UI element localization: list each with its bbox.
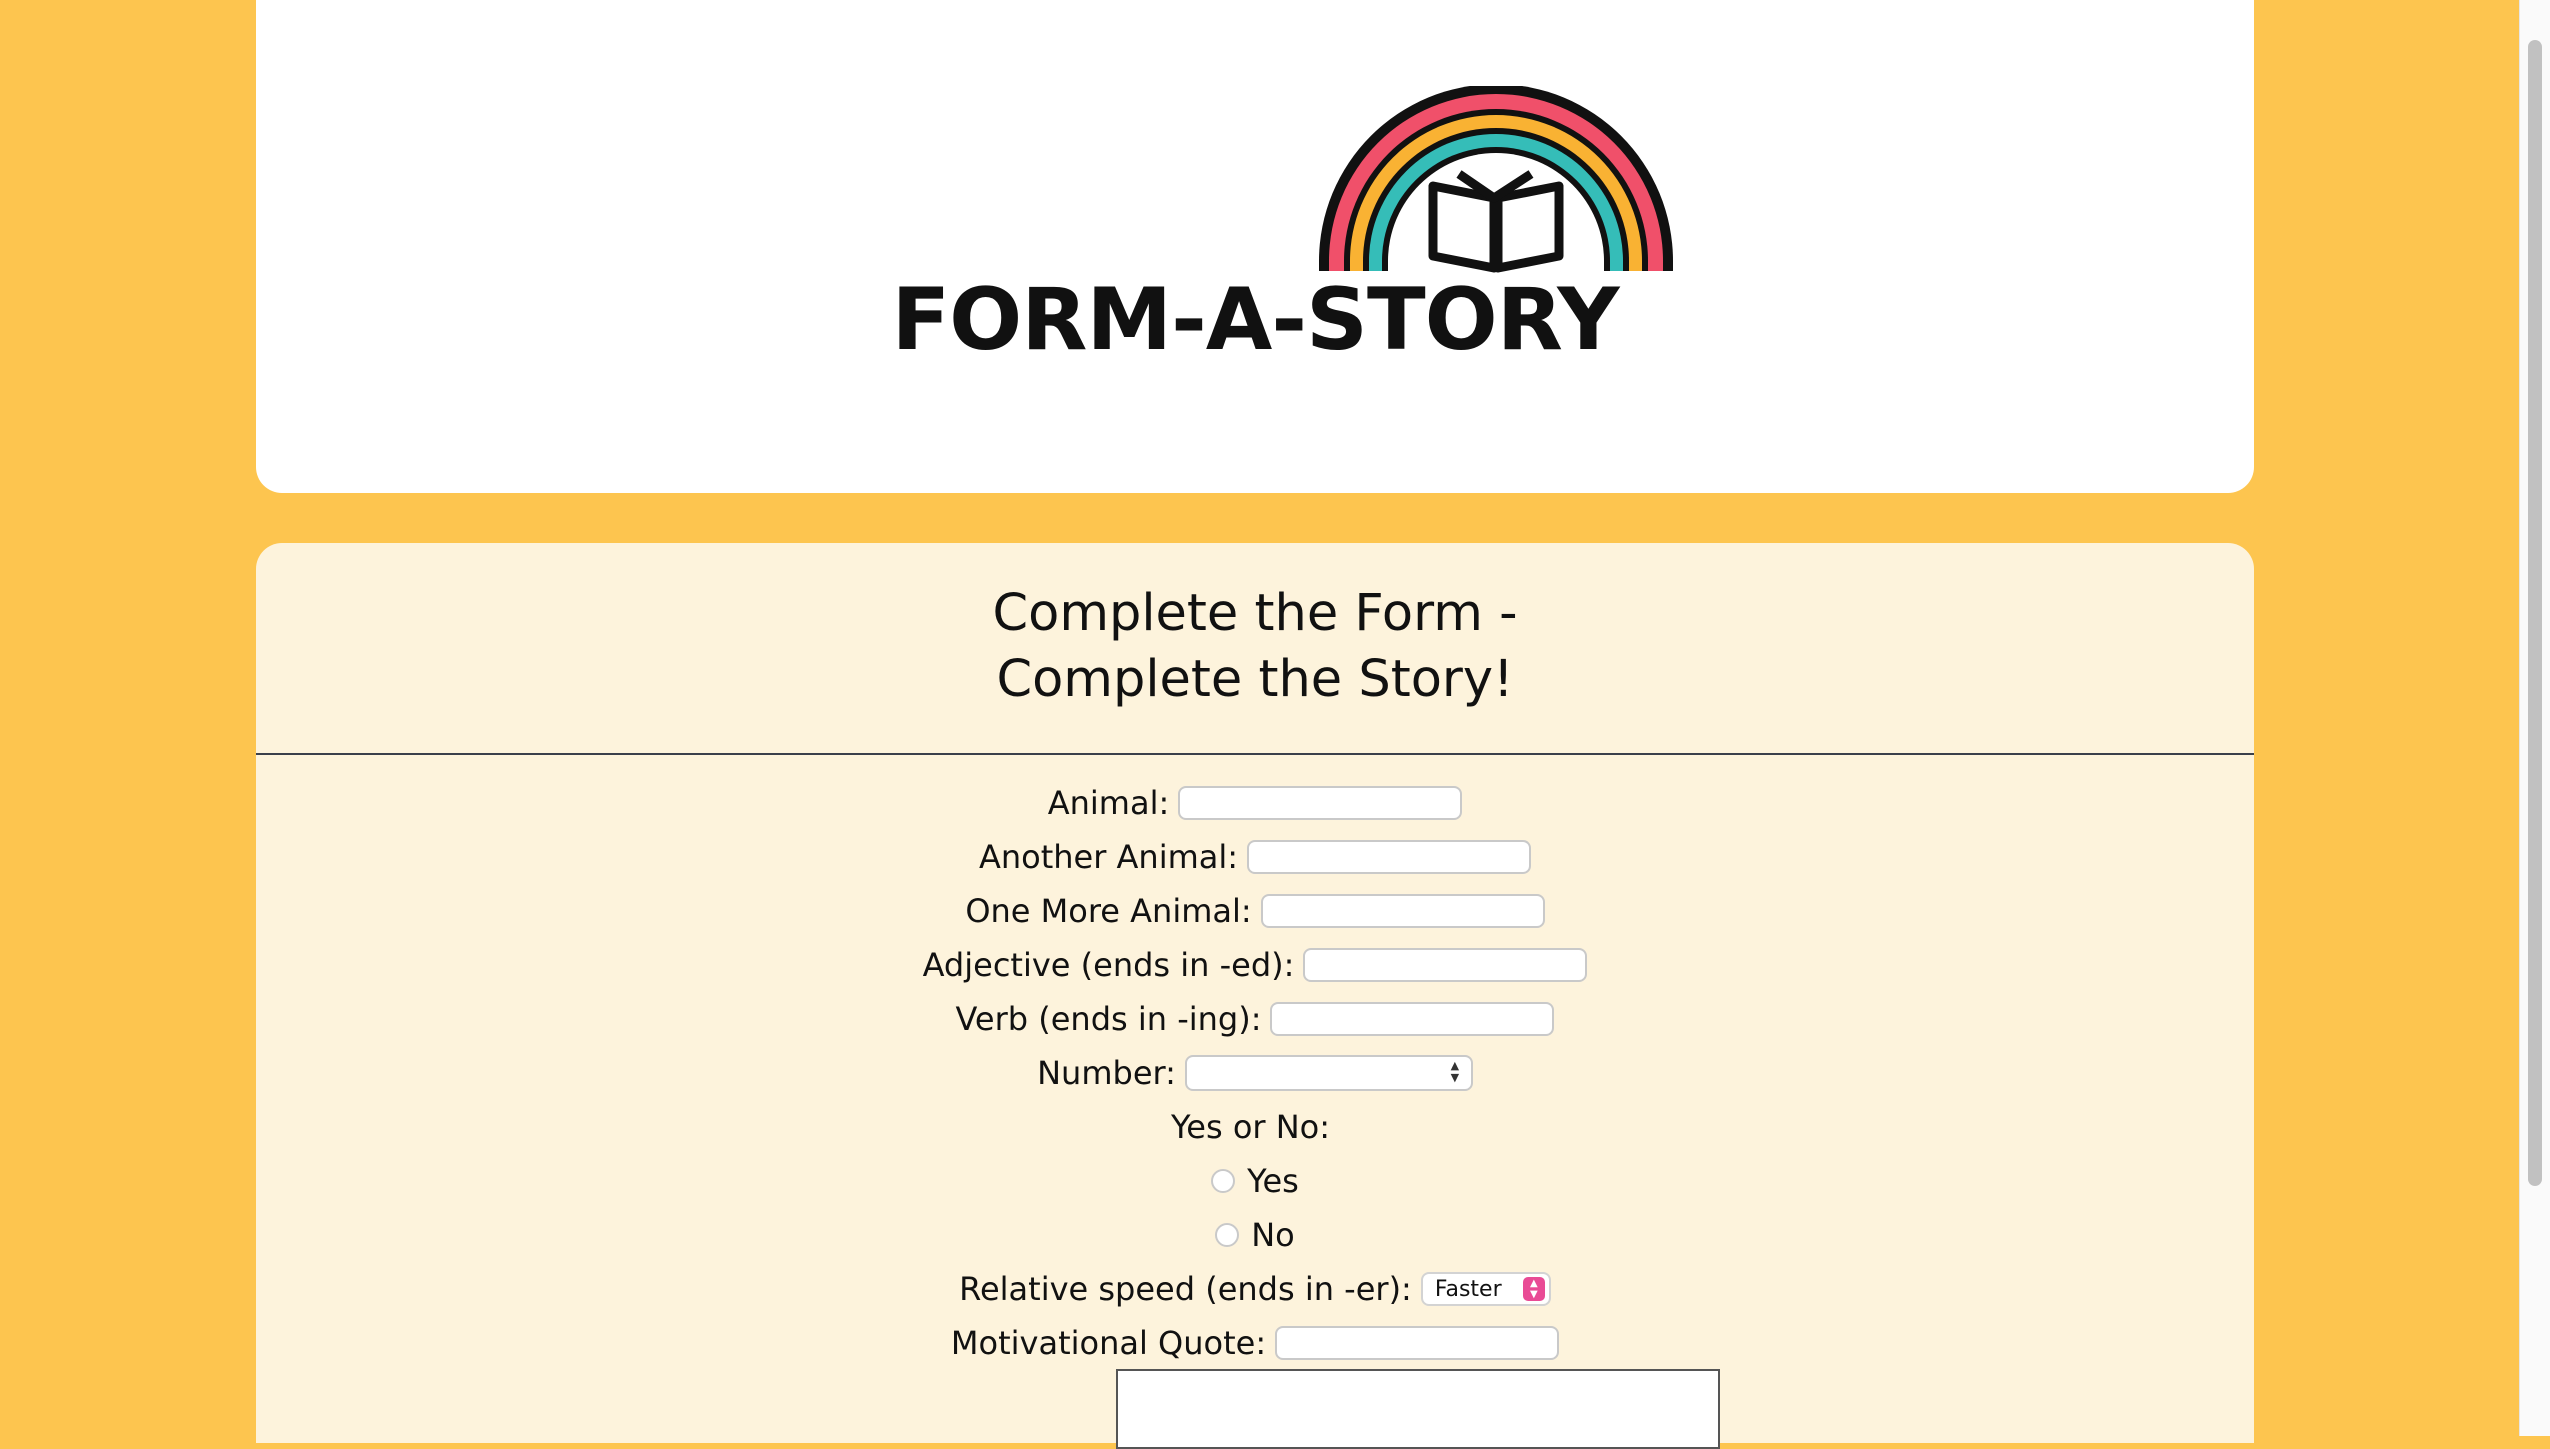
adjective-label: Adjective (ends in -ed): [922, 946, 1295, 984]
number-label: Number: [1037, 1054, 1176, 1092]
quote-row: Motivational Quote: [256, 1316, 2254, 1370]
quote-input[interactable] [1275, 1326, 1560, 1360]
form-title: Complete the Form - Complete the Story! [256, 581, 2254, 713]
yes-option-label: Yes [1247, 1162, 1299, 1200]
verb-label: Verb (ends in -ing): [955, 1000, 1262, 1038]
no-option-label: No [1251, 1216, 1295, 1254]
logo-text: FORM-A-STORY [891, 270, 1619, 370]
animal-label: Animal: [1047, 784, 1170, 822]
title-divider [256, 753, 2254, 755]
yes-no-row: Yes or No: [256, 1100, 2254, 1154]
adjective-input[interactable] [1303, 948, 1588, 982]
speed-row: Relative speed (ends in -er): Faster ▲ ▼ [256, 1262, 2254, 1316]
adjective-row: Adjective (ends in -ed): [256, 938, 2254, 992]
speed-select[interactable]: Faster ▲ ▼ [1420, 1272, 1551, 1306]
no-option-row: No [256, 1208, 2254, 1262]
verb-input[interactable] [1270, 1002, 1555, 1036]
form-card: Complete the Form - Complete the Story! … [256, 543, 2254, 1449]
form-title-line1: Complete the Form - [992, 584, 1518, 643]
number-row: Number: ▲ ▼ [256, 1046, 2254, 1100]
story-textarea[interactable] [1116, 1369, 1720, 1449]
form-title-line2: Complete the Story! [996, 650, 1514, 709]
verb-row: Verb (ends in -ing): [256, 992, 2254, 1046]
number-input[interactable]: ▲ ▼ [1184, 1055, 1473, 1091]
quote-label: Motivational Quote: [950, 1324, 1267, 1362]
yes-no-label: Yes or No: [1170, 1108, 1331, 1146]
select-chevron-icon: ▲ ▼ [1522, 1277, 1545, 1301]
one-more-animal-label: One More Animal: [965, 892, 1252, 930]
animal-input[interactable] [1178, 786, 1463, 820]
another-animal-label: Another Animal: [978, 838, 1239, 876]
another-animal-row: Another Animal: [256, 830, 2254, 884]
logo-card: FORM-A-STORY [256, 0, 2254, 493]
speed-label: Relative speed (ends in -er): [959, 1270, 1412, 1308]
rainbow-book-icon [1319, 86, 1673, 273]
another-animal-input[interactable] [1247, 840, 1532, 874]
speed-select-value: Faster [1434, 1276, 1502, 1302]
one-more-animal-row: One More Animal: [256, 884, 2254, 938]
one-more-animal-input[interactable] [1260, 894, 1545, 928]
page-scrollbar[interactable] [2519, 0, 2550, 1436]
no-radio[interactable] [1215, 1223, 1240, 1247]
yes-option-row: Yes [256, 1154, 2254, 1208]
animal-row: Animal: [256, 776, 2254, 830]
yes-radio[interactable] [1211, 1169, 1236, 1193]
number-stepper-icon[interactable]: ▲ ▼ [1447, 1060, 1463, 1086]
scrollbar-thumb[interactable] [2528, 40, 2542, 1186]
